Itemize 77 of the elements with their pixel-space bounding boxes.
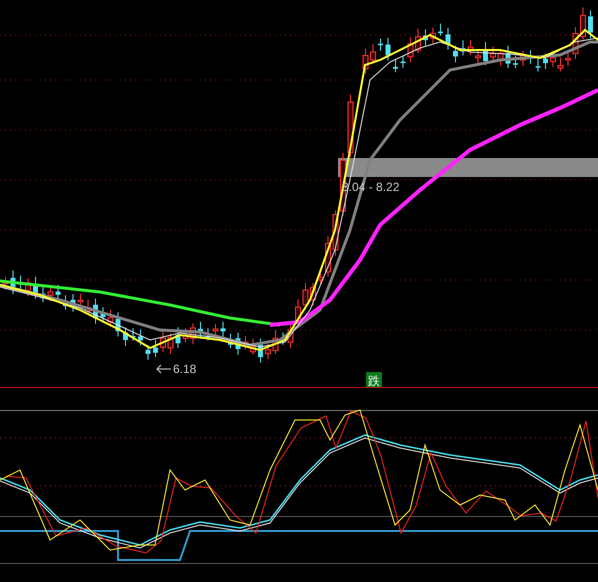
candlestick bbox=[438, 23, 443, 36]
candlestick bbox=[430, 27, 436, 44]
candlestick bbox=[63, 294, 68, 310]
candlestick bbox=[176, 326, 180, 348]
candlestick bbox=[460, 40, 466, 56]
candlestick bbox=[146, 344, 150, 360]
candlestick bbox=[415, 28, 421, 54]
candlestick bbox=[40, 285, 46, 303]
candlestick bbox=[93, 298, 98, 324]
candlestick bbox=[378, 38, 383, 52]
candlestick bbox=[408, 36, 414, 63]
candlestick bbox=[280, 332, 286, 346]
candlestick bbox=[423, 28, 428, 46]
candlestick bbox=[190, 322, 196, 345]
candlestick bbox=[138, 328, 143, 346]
candlestick bbox=[288, 324, 294, 349]
candlestick bbox=[513, 55, 518, 69]
candlestick bbox=[588, 10, 593, 39]
candlestick bbox=[123, 326, 128, 346]
candlestick bbox=[242, 336, 248, 350]
candlestick bbox=[236, 332, 240, 356]
candlestick bbox=[18, 274, 23, 290]
candlestick bbox=[498, 48, 504, 66]
candlestick bbox=[228, 333, 233, 349]
candlestick bbox=[528, 50, 533, 64]
candlestick bbox=[48, 286, 54, 302]
candlestick bbox=[198, 321, 203, 340]
candlestick bbox=[265, 344, 271, 360]
candlestick bbox=[446, 27, 450, 50]
low-price-label: 6.18 bbox=[173, 362, 196, 376]
candlestick bbox=[325, 236, 331, 278]
candlestick bbox=[258, 338, 263, 364]
candlestick bbox=[100, 306, 106, 324]
candlestick bbox=[536, 58, 540, 72]
candlestick bbox=[565, 52, 571, 66]
candlestick bbox=[25, 278, 31, 297]
candlestick bbox=[580, 6, 586, 40]
candlestick bbox=[468, 40, 474, 56]
candlestick bbox=[116, 312, 120, 338]
candlestick bbox=[108, 309, 114, 326]
candlestick bbox=[220, 321, 226, 338]
candlestick bbox=[490, 46, 496, 62]
candlestick bbox=[160, 330, 166, 352]
candlestick bbox=[168, 332, 174, 354]
signal-badge: 跌 bbox=[366, 372, 382, 388]
candlestick bbox=[153, 339, 158, 358]
candlestick bbox=[543, 53, 548, 70]
candlestick bbox=[475, 50, 481, 64]
candlestick bbox=[453, 45, 458, 63]
candlestick bbox=[370, 44, 376, 64]
candlestick bbox=[520, 50, 526, 66]
candlestick bbox=[572, 26, 578, 60]
candlestick bbox=[550, 50, 556, 68]
candlestick bbox=[310, 282, 316, 306]
candlestick bbox=[393, 58, 398, 73]
candlestick bbox=[206, 328, 210, 341]
candlestick bbox=[272, 330, 278, 354]
candlestick bbox=[33, 276, 38, 300]
candlestick bbox=[483, 42, 488, 66]
arrow-icon bbox=[156, 364, 172, 374]
candlestick bbox=[506, 45, 510, 69]
candlestick bbox=[302, 282, 308, 310]
candlestick bbox=[386, 37, 390, 61]
candlestick bbox=[362, 48, 368, 74]
candlestick bbox=[70, 294, 76, 312]
candlestick bbox=[348, 94, 354, 158]
candlestick bbox=[56, 284, 60, 301]
candlestick bbox=[558, 57, 564, 72]
candlestick bbox=[78, 294, 84, 308]
candlestick bbox=[2, 276, 8, 290]
candlestick bbox=[10, 270, 16, 295]
candlestick bbox=[182, 328, 188, 344]
candlestick bbox=[212, 323, 218, 338]
candlestick bbox=[250, 338, 256, 356]
candlestick bbox=[332, 210, 338, 256]
candlestick bbox=[400, 55, 406, 68]
candlestick bbox=[130, 328, 136, 342]
